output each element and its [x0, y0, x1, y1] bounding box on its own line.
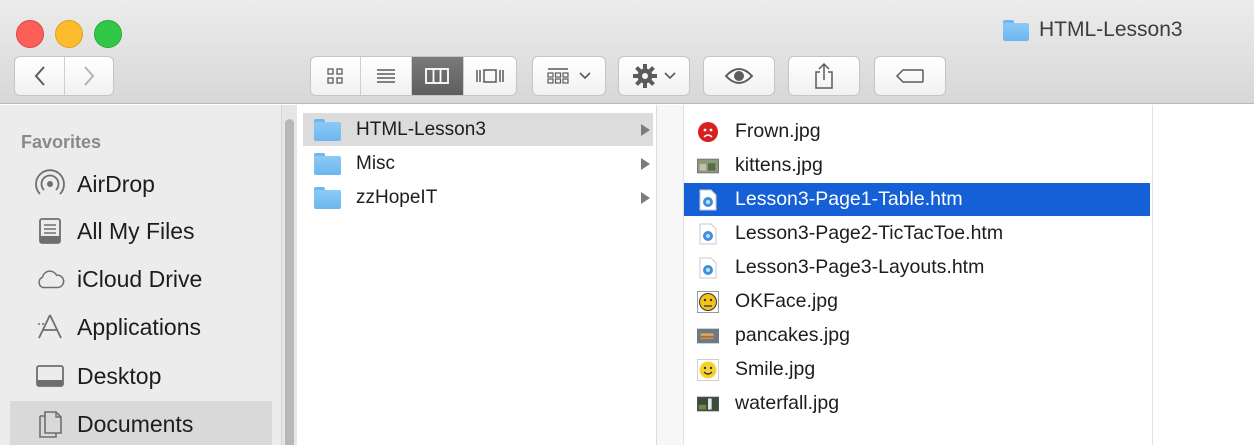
tag-button[interactable] [874, 56, 946, 96]
sidebar-item-desktop[interactable]: Desktop [10, 353, 272, 399]
icon-view-icon [327, 68, 343, 84]
file-row-lesson3-page3-layouts[interactable]: Lesson3-Page3-Layouts.htm [684, 251, 1150, 284]
disclosure-arrow-icon [641, 158, 650, 170]
folder-icon [314, 152, 341, 175]
tag-icon [895, 69, 924, 83]
folder-name: zzHopeIT [356, 186, 438, 208]
arrange-button[interactable] [532, 56, 606, 96]
file-name: Frown.jpg [735, 120, 821, 142]
window-title-text: HTML-Lesson3 [1039, 18, 1183, 41]
sidebar-item-applications[interactable]: Applications [10, 304, 272, 350]
sidebar-item-label: Documents [77, 410, 194, 437]
share-button[interactable] [788, 56, 860, 96]
file-row-okface[interactable]: OKFace.jpg [684, 285, 1150, 318]
cover-flow-button[interactable] [464, 57, 516, 95]
minimize-window-button[interactable] [55, 20, 83, 48]
folder-row-html-lesson3[interactable]: HTML-Lesson3 [303, 113, 653, 146]
folder-icon [314, 186, 341, 209]
sidebar-section-favorites: Favorites [21, 132, 102, 152]
browser-column-2: Frown.jpg kittens.jpg Lesson3-Page1-Tabl… [684, 105, 1152, 445]
desktop-icon [35, 361, 65, 391]
share-icon [815, 62, 833, 89]
sidebar-item-airdrop[interactable]: AirDrop [10, 161, 272, 207]
sidebar-item-documents[interactable]: Documents [10, 401, 272, 445]
column-divider[interactable] [657, 105, 684, 445]
toolbar-area: HTML-Lesson3 [0, 0, 1254, 104]
icon-view-button[interactable] [311, 57, 361, 95]
file-row-waterfall[interactable]: waterfall.jpg [684, 387, 1150, 420]
navigation-buttons [14, 56, 114, 96]
sidebar-item-label: Desktop [77, 362, 162, 389]
sidebar-item-all-my-files[interactable]: All My Files [10, 208, 272, 254]
gear-icon [633, 64, 657, 88]
smile-image-icon [697, 358, 719, 381]
file-row-lesson3-page1-table[interactable]: Lesson3-Page1-Table.htm [684, 183, 1150, 216]
file-name: OKFace.jpg [735, 290, 838, 312]
file-row-kittens[interactable]: kittens.jpg [684, 149, 1150, 182]
forward-button[interactable] [65, 57, 113, 95]
column-view-button[interactable] [412, 57, 464, 95]
disclosure-arrow-icon [641, 124, 650, 136]
chevron-down-icon [579, 72, 591, 80]
folder-row-zzhopeit[interactable]: zzHopeIT [303, 181, 653, 214]
sidebar-item-icloud-drive[interactable]: iCloud Drive [10, 256, 272, 302]
file-name: Smile.jpg [735, 358, 816, 380]
file-name: waterfall.jpg [735, 392, 840, 414]
disclosure-arrow-icon [641, 192, 650, 204]
zoom-window-button[interactable] [94, 20, 122, 48]
chevron-left-icon [34, 66, 45, 86]
folder-name: Misc [356, 152, 396, 174]
file-row-pancakes[interactable]: pancakes.jpg [684, 319, 1150, 352]
applications-icon [35, 312, 65, 342]
finder-window: HTML-Lesson3 Favorites AirDrop All My Fi… [0, 0, 1254, 445]
sidebar-item-label: iCloud Drive [77, 265, 203, 292]
file-name: Lesson3-Page3-Layouts.htm [735, 256, 985, 278]
close-window-button[interactable] [16, 20, 44, 48]
file-name: kittens.jpg [735, 154, 823, 176]
folder-row-misc[interactable]: Misc [303, 147, 653, 180]
browser-column-1: HTML-Lesson3 Misc zzHopeIT [297, 105, 657, 445]
action-button[interactable] [618, 56, 690, 96]
window-title: HTML-Lesson3 [1003, 18, 1183, 42]
sidebar-item-label: AirDrop [77, 170, 155, 197]
sidebar-item-label: Applications [77, 313, 202, 340]
file-name: pancakes.jpg [735, 324, 850, 346]
html-file-icon [697, 189, 719, 211]
column-view-icon [425, 68, 450, 84]
documents-icon [35, 409, 65, 439]
html-file-icon [697, 257, 719, 279]
cloud-icon [35, 264, 65, 294]
chevron-right-icon [84, 66, 95, 86]
cover-flow-icon [476, 69, 504, 83]
folder-icon [1003, 19, 1029, 41]
list-view-button[interactable] [361, 57, 413, 95]
back-button[interactable] [15, 57, 65, 95]
sidebar-scrollbar[interactable] [281, 105, 297, 445]
view-mode-control [310, 56, 517, 96]
sidebar-item-label: All My Files [77, 217, 195, 244]
file-name: Lesson3-Page1-Table.htm [735, 188, 963, 210]
chevron-down-icon [664, 72, 676, 80]
file-row-frown[interactable]: Frown.jpg [684, 115, 1150, 148]
image-thumbnail-icon [697, 155, 719, 177]
airdrop-icon [35, 169, 65, 199]
image-thumbnail-icon [697, 393, 719, 415]
image-thumbnail-icon [697, 325, 719, 347]
quick-look-button[interactable] [703, 56, 775, 96]
file-row-smile[interactable]: Smile.jpg [684, 353, 1150, 386]
browser-column-3 [1152, 105, 1254, 445]
arrange-grid-icon [547, 68, 569, 84]
file-row-lesson3-page2-tictactoe[interactable]: Lesson3-Page2-TicTacToe.htm [684, 217, 1150, 250]
all-files-icon [35, 216, 65, 246]
eye-icon [724, 68, 754, 84]
folder-name: HTML-Lesson3 [356, 118, 486, 140]
html-file-icon [697, 223, 719, 245]
list-view-icon [376, 69, 395, 83]
folder-icon [314, 118, 341, 141]
scrollbar-thumb[interactable] [285, 119, 294, 445]
file-name: Lesson3-Page2-TicTacToe.htm [735, 222, 1004, 244]
frown-image-icon [697, 121, 719, 143]
okface-image-icon [697, 290, 719, 313]
